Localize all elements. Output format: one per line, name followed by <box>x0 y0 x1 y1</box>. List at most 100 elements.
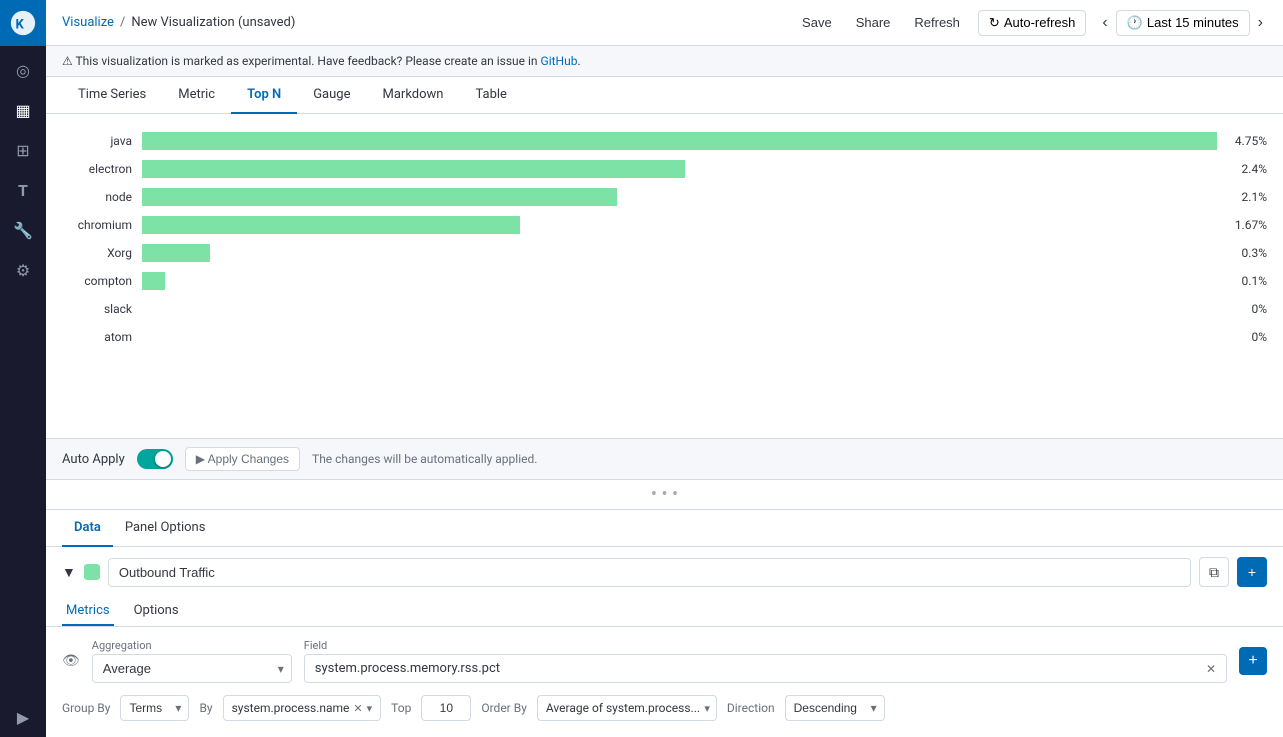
tab-top-n[interactable]: Top N <box>231 77 297 114</box>
visualize-icon[interactable]: ▦ <box>0 90 46 130</box>
bar-label: compton <box>62 274 142 288</box>
auto-apply-bar: Auto Apply ▶ Apply Changes The changes w… <box>46 438 1283 480</box>
bar-label: atom <box>62 330 142 344</box>
bar-container <box>142 216 1217 234</box>
series-color-swatch[interactable] <box>84 564 100 580</box>
main-content: Visualize / New Visualization (unsaved) … <box>46 0 1283 737</box>
bar-fill <box>142 188 617 206</box>
metric-row: 👁 Aggregation Average Sum Min Max Count … <box>46 635 1283 687</box>
by-field-chevron: ▾ <box>367 702 373 715</box>
bar-row: Xorg0.3% <box>62 242 1267 264</box>
field-input-display[interactable]: system.process.memory.rss.pct ✕ <box>304 654 1227 683</box>
github-link[interactable]: GitHub <box>541 54 578 68</box>
bar-container <box>142 132 1217 150</box>
aggregation-group: Aggregation Average Sum Min Max Count <box>92 639 292 683</box>
top-number-input[interactable] <box>421 695 471 721</box>
auto-refresh-button[interactable]: ↻ Auto-refresh <box>978 10 1086 36</box>
config-tabs: Data Panel Options <box>46 510 1283 547</box>
bar-value: 2.1% <box>1217 190 1267 204</box>
time-nav: ‹ 🕐 Last 15 minutes › <box>1098 10 1267 36</box>
order-by-chevron: ▾ <box>704 702 710 715</box>
aggregation-label: Aggregation <box>92 639 292 652</box>
tab-gauge[interactable]: Gauge <box>297 77 366 114</box>
breadcrumb-visualize-link[interactable]: Visualize <box>62 15 114 30</box>
order-by-input[interactable]: Average of system.process... ▾ <box>537 695 717 721</box>
direction-select[interactable]: Descending Ascending <box>785 695 885 721</box>
by-field-input[interactable]: system.process.name ✕ ▾ <box>223 695 382 721</box>
bar-row: compton 0.1% <box>62 270 1267 292</box>
tab-time-series[interactable]: Time Series <box>62 77 162 114</box>
terms-select-wrap: Terms Filters <box>120 695 189 721</box>
chart-area: java 4.75% electron2.4% node 2.1% chromium1.6… <box>46 114 1283 438</box>
direction-select-wrap: Descending Ascending <box>785 695 885 721</box>
series-name-input[interactable]: Outbound Traffic <box>108 558 1191 587</box>
timelion-icon[interactable]: T <box>0 170 46 210</box>
bar-row: atom 0% <box>62 326 1267 348</box>
metric-tab-options[interactable]: Options <box>130 597 183 626</box>
group-by-type-select[interactable]: Terms Filters <box>120 695 189 721</box>
by-field-clear[interactable]: ✕ <box>353 702 362 715</box>
bar-container <box>142 300 1217 318</box>
series-copy-button[interactable]: ⧉ <box>1199 557 1229 587</box>
bar-value: 0% <box>1217 330 1267 344</box>
refresh-button[interactable]: Refresh <box>908 11 966 34</box>
by-label: By <box>199 701 212 715</box>
time-next-button[interactable]: › <box>1254 12 1267 34</box>
top-label: Top <box>391 701 411 715</box>
bar-row: node 2.1% <box>62 186 1267 208</box>
bar-container <box>142 272 1217 290</box>
share-button[interactable]: Share <box>850 11 897 34</box>
refresh-icon: ↻ <box>989 15 1000 31</box>
tab-metric[interactable]: Metric <box>162 77 231 114</box>
field-clear-button[interactable]: ✕ <box>1206 662 1216 676</box>
bar-row: electron2.4% <box>62 158 1267 180</box>
bar-container <box>142 244 1217 262</box>
bar-row: slack0% <box>62 298 1267 320</box>
config-tab-data[interactable]: Data <box>62 510 113 547</box>
save-button[interactable]: Save <box>796 11 838 34</box>
breadcrumb-current: New Visualization (unsaved) <box>131 15 295 30</box>
bar-value: 4.75% <box>1217 134 1267 148</box>
config-tab-panel-options[interactable]: Panel Options <box>113 510 218 547</box>
bar-value: 0.1% <box>1217 274 1267 288</box>
order-by-value: Average of system.process... <box>546 701 700 715</box>
add-metric-button[interactable]: + <box>1239 647 1267 675</box>
bar-value: 2.4% <box>1217 162 1267 176</box>
tab-markdown[interactable]: Markdown <box>367 77 460 114</box>
bar-label: java <box>62 134 142 148</box>
bar-fill <box>142 244 210 262</box>
tab-table[interactable]: Table <box>459 77 522 114</box>
time-range-button[interactable]: 🕐 Last 15 minutes <box>1116 10 1250 36</box>
metric-sub-tabs: Metrics Options <box>46 597 1283 627</box>
panel-divider[interactable]: • • • <box>46 480 1283 509</box>
banner-text-end: . <box>577 54 580 68</box>
field-label: Field <box>304 639 1227 652</box>
time-prev-button[interactable]: ‹ <box>1098 12 1111 34</box>
field-value-text: system.process.memory.rss.pct <box>315 661 500 676</box>
bar-fill <box>142 132 1217 150</box>
bar-container <box>142 328 1217 346</box>
dashboard-icon[interactable]: ⊞ <box>0 130 46 170</box>
series-collapse-button[interactable]: ▼ <box>62 564 76 580</box>
auto-apply-toggle[interactable] <box>137 449 173 469</box>
dev-tools-icon[interactable]: 🔧 <box>0 210 46 250</box>
play-icon[interactable]: ▶ <box>0 697 46 737</box>
topbar: Visualize / New Visualization (unsaved) … <box>46 0 1283 46</box>
bar-label: Xorg <box>62 246 142 260</box>
bar-label: node <box>62 190 142 204</box>
aggregation-select[interactable]: Average Sum Min Max Count <box>92 654 292 683</box>
bar-container <box>142 188 1217 206</box>
bar-row: java 4.75% <box>62 130 1267 152</box>
viz-type-tabs: Time Series Metric Top N Gauge Markdown … <box>46 77 1283 114</box>
toggle-knob <box>155 451 171 467</box>
metric-tab-metrics[interactable]: Metrics <box>62 597 114 626</box>
discover-icon[interactable]: ◎ <box>0 50 46 90</box>
series-add-button[interactable]: + <box>1237 557 1267 587</box>
logo-icon[interactable]: K <box>0 0 46 46</box>
order-by-label: Order By <box>481 701 527 715</box>
auto-apply-label: Auto Apply <box>62 452 125 467</box>
visibility-icon[interactable]: 👁 <box>62 653 80 669</box>
apply-changes-button[interactable]: ▶ Apply Changes <box>185 447 300 471</box>
bar-row: chromium1.67% <box>62 214 1267 236</box>
management-icon[interactable]: ⚙ <box>0 250 46 290</box>
